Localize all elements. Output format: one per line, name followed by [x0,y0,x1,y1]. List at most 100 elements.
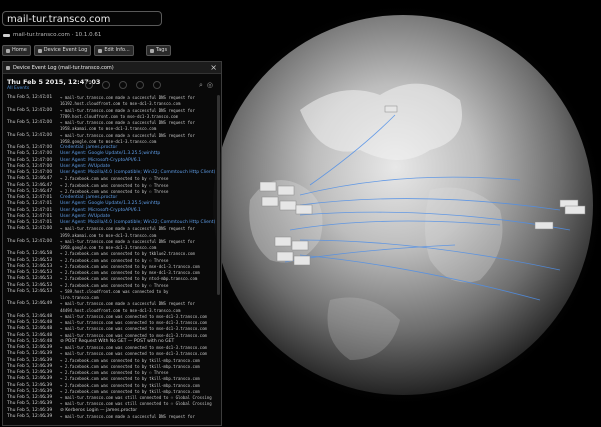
chevron-down-icon[interactable]: ⌄ [43,376,47,382]
log-message: → mail-tur.transco.com was connected to … [60,332,207,338]
log-message: 7789.host.cloudfront.com to mse-dc1-3.tr… [60,113,179,119]
chevron-down-icon[interactable]: ⌄ [43,120,47,126]
log-timestamp: Thu Feb 5, 12:46:39 [7,407,53,413]
log-message: User Agent: Google Update/1.3.25.5;winht… [60,201,161,207]
log-timestamp: Thu Feb 5, 12:47:01 [7,207,53,213]
log-message: → 2.facebook.com was connected to by tki… [60,388,200,394]
toolbar: Home Device Event Log Edit Info... [2,45,134,56]
log-message: 1958.google.com to mse-dc1-3.transco.com [60,245,157,250]
chevron-down-icon[interactable]: ⌄ [43,414,47,420]
log-message: → mail-tur.transco.com was connected to … [60,345,207,350]
chevron-down-icon[interactable]: ⌄ [43,320,47,326]
chevron-down-icon[interactable]: ⌄ [43,395,47,401]
log-timestamp: Thu Feb 5, 12:47:00 [7,151,53,157]
log-message: 1958.akamai.com to mse-dc1-3.transco.com [60,126,157,132]
chevron-down-icon[interactable]: ⌄ [43,301,47,307]
log-message: Credential: james.proctor [60,145,118,150]
search-input[interactable]: mail-tur.transco.com [2,11,162,26]
list-icon [37,48,42,53]
chevron-down-icon[interactable]: ⌄ [43,95,47,101]
log-timestamp: Thu Feb 5, 12:47:01 [7,220,53,225]
edit-info-button[interactable]: Edit Info... [94,45,134,56]
log-message: → 2.facebook.com was connected to by ⚇ T… [60,257,169,263]
export-icon[interactable] [119,81,127,89]
log-message: 1958.google.com to mse-dc1-3.transco.com [60,138,157,144]
log-message: → 2.facebook.com was connected to by tki… [60,382,200,388]
chevron-down-icon[interactable]: ⌄ [43,389,47,395]
chevron-down-icon[interactable]: ⌄ [43,333,47,339]
chevron-down-icon[interactable]: ⌄ [43,345,47,351]
log-message: User Agent: Mozilla/4.0 (compatible; Win… [60,170,216,175]
search-icon[interactable]: ⌕ [199,81,203,90]
chart-icon[interactable] [136,81,144,89]
chevron-down-icon[interactable]: ⌄ [43,189,47,195]
chevron-down-icon[interactable]: ⌄ [43,133,47,139]
chevron-down-icon[interactable]: ⌄ [43,226,47,232]
chevron-down-icon[interactable]: ⌄ [43,176,47,182]
chevron-down-icon[interactable]: ⌄ [43,289,47,295]
close-icon[interactable]: × [210,63,217,72]
chevron-down-icon[interactable]: ⌄ [43,108,47,114]
device-header: mail-tur.transco.com · 10.1.0.61 [3,32,101,38]
chevron-down-icon[interactable]: ⌄ [43,358,47,364]
log-message: → 2.facebook.com was connected to by ⚇ T… [60,188,169,194]
home-button[interactable]: Home [2,45,31,56]
log-message: → mail-tur.transco.com made a successful… [60,238,195,244]
log-message: → mail-tur.transco.com made a successful… [60,107,195,113]
log-timestamp: Thu Feb 5, 12:47:00 [7,145,53,150]
chevron-down-icon[interactable]: ⌄ [43,276,47,282]
log-timestamp: Thu Feb 5, 12:47:00 [7,163,53,169]
home-icon [6,48,10,53]
log-message: → 2.facebook.com was connected to by mse… [60,263,200,269]
device-event-log-button[interactable]: Device Event Log [33,45,92,56]
log-message: → mail-tur.transco.com was connected to … [60,326,207,332]
chevron-down-icon[interactable]: ⌄ [43,270,47,276]
chevron-down-icon[interactable]: ⌄ [43,364,47,370]
chevron-down-icon[interactable]: ⌄ [43,351,47,357]
chevron-down-icon[interactable]: ⌄ [43,326,47,332]
log-message: → 589.host.cloudfront.com was connected … [60,288,169,294]
filter-icon[interactable] [102,81,110,89]
log-message: → 2.facebook.com was connected to by tki… [60,357,200,363]
log-timestamp: Thu Feb 5, 12:47:01 [7,213,53,219]
log-message: → mail-tur.transco.com made a successful… [60,226,195,232]
chevron-down-icon[interactable]: ⌄ [43,314,47,320]
log-message: → 2.facebook.com was connected to by ⚇ T… [60,282,169,288]
pencil-icon [98,48,103,53]
panel-title: Device Event Log (mail-tur.transco.com) [13,64,114,71]
tags-button[interactable]: Tags [146,45,172,56]
edit-icon[interactable] [153,81,161,89]
scrollbar[interactable] [217,95,220,295]
device-event-log-panel: Device Event Log (mail-tur.transco.com) … [2,61,222,426]
log-message: User Agent: Microsoft-CryptoAPI/6.1 [60,157,141,163]
log-message: User Agent: Microsoft-CryptoAPI/6.1 [60,207,141,213]
refresh-icon[interactable] [85,81,93,89]
log-timestamp: Thu Feb 5, 12:47:01 [7,201,53,207]
settings-icon[interactable]: ◎ [207,81,213,90]
chevron-down-icon[interactable]: ⌄ [43,370,47,376]
log-message: → mail-tur.transco.com made a successful… [60,301,195,307]
log-message: User Agent: AVUpdate [60,213,111,219]
log-message: lire.transco.com [60,295,99,300]
log-message: 1959.akamai.com to mse-dc1-3.transco.com [60,232,157,238]
chevron-down-icon[interactable]: ⌄ [43,401,47,407]
device-label: mail-tur.transco.com · 10.1.0.61 [13,32,102,38]
chevron-down-icon[interactable]: ⌄ [43,258,47,264]
log-message: → mail-tur.transco.com made a successful… [60,120,195,125]
server-icon [3,33,10,37]
log-message: → 2.facebook.com was connected to by tki… [60,363,200,369]
panel-title-bar: Device Event Log (mail-tur.transco.com) … [3,62,221,74]
log-message: → mail-tur.transco.com was connected to … [60,320,207,325]
log-message: → 2.facebook.com was connected to by ⚇ T… [60,182,169,188]
chevron-down-icon[interactable]: ⌄ [43,239,47,245]
log-message: → mail-tur.transco.com was connected to … [60,351,207,357]
chevron-down-icon[interactable]: ⌄ [43,383,47,389]
chevron-down-icon[interactable]: ⌄ [43,283,47,289]
log-icon [6,65,10,70]
log-message: → mail-tur.transco.com was still connect… [60,395,212,400]
log-message: ⊘ Kerberos Login — james.proctor [60,407,138,413]
chevron-down-icon[interactable]: ⌄ [43,264,47,270]
chevron-down-icon[interactable]: ⌄ [43,251,47,257]
chevron-down-icon[interactable]: ⌄ [43,183,47,189]
log-timestamp: Thu Feb 5, 12:46:48 [7,338,53,344]
